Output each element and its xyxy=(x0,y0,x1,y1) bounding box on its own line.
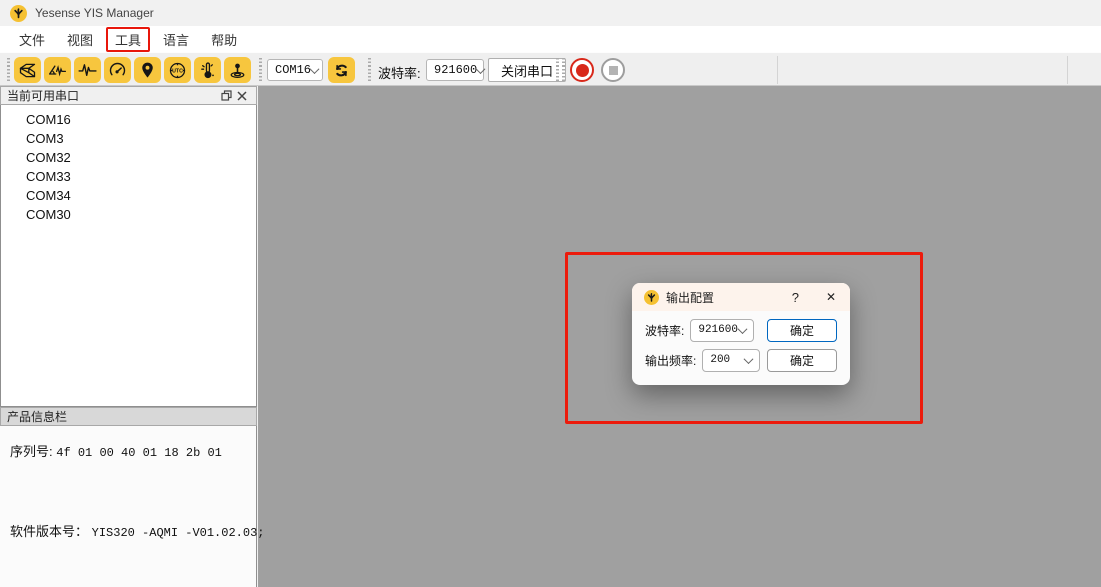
gauge-icon xyxy=(107,60,128,81)
joystick-icon xyxy=(227,60,248,81)
menu-item-tools[interactable]: 工具 xyxy=(106,27,150,52)
baud-select-value: 921600 xyxy=(434,63,477,77)
chevron-down-icon xyxy=(310,64,320,74)
dialog-title: 输出配置 xyxy=(666,289,775,306)
thermometer-icon xyxy=(197,60,218,81)
ports-panel-header: 当前可用串口 xyxy=(0,86,257,105)
dialog-frequency-label: 输出频率: xyxy=(645,352,696,369)
baud-rate-row: 波特率: 921600 确定 xyxy=(645,318,837,342)
software-version-value: YIS320 -AQMI -V01.02.03; xyxy=(92,526,265,540)
baud-rate-label: 波特率: xyxy=(378,63,421,82)
app-logo-icon xyxy=(10,5,27,22)
toolbar: UTC COM16 波特率: 921600 xyxy=(0,52,1101,86)
refresh-icon xyxy=(331,60,352,81)
dialog-close-button[interactable]: ✕ xyxy=(816,290,838,304)
serial-ports-dock: 当前可用串口 COM16 COM3 COM32 COM33 COM34 COM3… xyxy=(0,86,258,587)
cube-3d-button[interactable] xyxy=(14,57,41,83)
dialog-frequency-select[interactable]: 200 xyxy=(702,349,760,372)
toolbar-grip[interactable] xyxy=(562,58,565,82)
baud-rate-select[interactable]: 921600 xyxy=(426,59,484,81)
toolbar-grip[interactable] xyxy=(368,58,371,82)
port-list-item[interactable]: COM16 xyxy=(1,110,256,129)
location-pin-icon xyxy=(137,60,158,81)
chevron-down-icon xyxy=(744,354,754,364)
product-info-header: 产品信息栏 xyxy=(0,407,257,426)
toolbar-separator xyxy=(777,56,778,84)
utc-clock-icon: UTC xyxy=(167,60,188,81)
stop-button[interactable] xyxy=(601,58,625,82)
dialog-baud-select[interactable]: 921600 xyxy=(690,319,754,342)
waveform-icon xyxy=(77,60,98,81)
toolbar-grip[interactable] xyxy=(7,58,10,82)
dialog-baud-ok-button[interactable]: 确定 xyxy=(767,319,837,342)
ports-panel-title: 当前可用串口 xyxy=(7,87,218,104)
close-icon xyxy=(237,91,247,101)
toolbar-grip[interactable] xyxy=(259,58,262,82)
float-icon xyxy=(221,90,232,101)
port-list: COM16 COM3 COM32 COM33 COM34 COM30 xyxy=(0,105,257,407)
dialog-body: 波特率: 921600 确定 输出频率: 200 确定 xyxy=(632,311,850,372)
float-panel-button[interactable] xyxy=(218,89,234,103)
menu-bar: 文件 视图 工具 语言 帮助 xyxy=(0,26,1101,52)
output-config-dialog: 输出配置 ? ✕ 波特率: 921600 确定 输出频率: 200 确 xyxy=(632,283,850,385)
location-button[interactable] xyxy=(134,57,161,83)
dialog-frequency-value: 200 xyxy=(710,354,730,366)
menu-item-language[interactable]: 语言 xyxy=(154,27,198,52)
joystick-button[interactable] xyxy=(224,57,251,83)
cube-3d-icon xyxy=(17,60,38,81)
port-select[interactable]: COM16 xyxy=(267,59,323,81)
dialog-frequency-ok-button[interactable]: 确定 xyxy=(767,349,837,372)
thermometer-button[interactable] xyxy=(194,57,221,83)
software-version-row: 软件版本号： YIS320 -AQMI -V01.02.03; xyxy=(10,521,264,540)
record-icon xyxy=(576,64,589,77)
chevron-down-icon xyxy=(476,64,486,74)
software-version-label: 软件版本号： xyxy=(10,524,88,539)
dialog-baud-label: 波特率: xyxy=(645,322,684,339)
menu-item-help[interactable]: 帮助 xyxy=(202,27,246,52)
gauge-button[interactable] xyxy=(104,57,131,83)
waveform-button[interactable] xyxy=(74,57,101,83)
angle-wave-icon xyxy=(47,60,68,81)
output-frequency-row: 输出频率: 200 确定 xyxy=(645,348,837,372)
product-info-title: 产品信息栏 xyxy=(7,408,250,425)
close-serial-port-button[interactable]: 关闭串口 xyxy=(488,58,566,82)
port-list-item[interactable]: COM30 xyxy=(1,205,256,224)
dialog-baud-value: 921600 xyxy=(698,324,738,336)
menu-item-view[interactable]: 视图 xyxy=(58,27,102,52)
utc-clock-button[interactable]: UTC xyxy=(164,57,191,83)
close-panel-button[interactable] xyxy=(234,89,250,103)
app-window: Yesense YIS Manager 文件 视图 工具 语言 帮助 xyxy=(0,0,1101,587)
serial-number-label: 序列号: xyxy=(10,444,53,459)
port-list-item[interactable]: COM3 xyxy=(1,129,256,148)
svg-text:UTC: UTC xyxy=(172,68,183,74)
window-title: Yesense YIS Manager xyxy=(35,6,154,20)
workspace: 当前可用串口 COM16 COM3 COM32 COM33 COM34 COM3… xyxy=(0,86,1101,587)
toolbar-separator xyxy=(1067,56,1068,84)
stop-icon xyxy=(609,66,618,75)
port-list-item[interactable]: COM32 xyxy=(1,148,256,167)
port-list-item[interactable]: COM34 xyxy=(1,186,256,205)
title-bar: Yesense YIS Manager xyxy=(0,0,1101,26)
menu-item-file[interactable]: 文件 xyxy=(10,27,54,52)
serial-number-row: 序列号: 4f 01 00 40 01 18 2b 01 xyxy=(10,441,222,460)
dialog-app-icon xyxy=(644,290,659,305)
chevron-down-icon xyxy=(738,324,748,334)
refresh-ports-button[interactable] xyxy=(328,57,355,83)
serial-number-value: 4f 01 00 40 01 18 2b 01 xyxy=(56,446,222,460)
port-select-value: COM16 xyxy=(275,63,311,77)
port-list-item[interactable]: COM33 xyxy=(1,167,256,186)
dialog-title-bar[interactable]: 输出配置 ? ✕ xyxy=(632,283,850,311)
product-info-body: 序列号: 4f 01 00 40 01 18 2b 01 软件版本号： YIS3… xyxy=(0,426,257,587)
angle-wave-button[interactable] xyxy=(44,57,71,83)
record-button[interactable] xyxy=(570,58,594,82)
dialog-help-button[interactable]: ? xyxy=(782,290,809,305)
toolbar-grip[interactable] xyxy=(556,58,559,82)
